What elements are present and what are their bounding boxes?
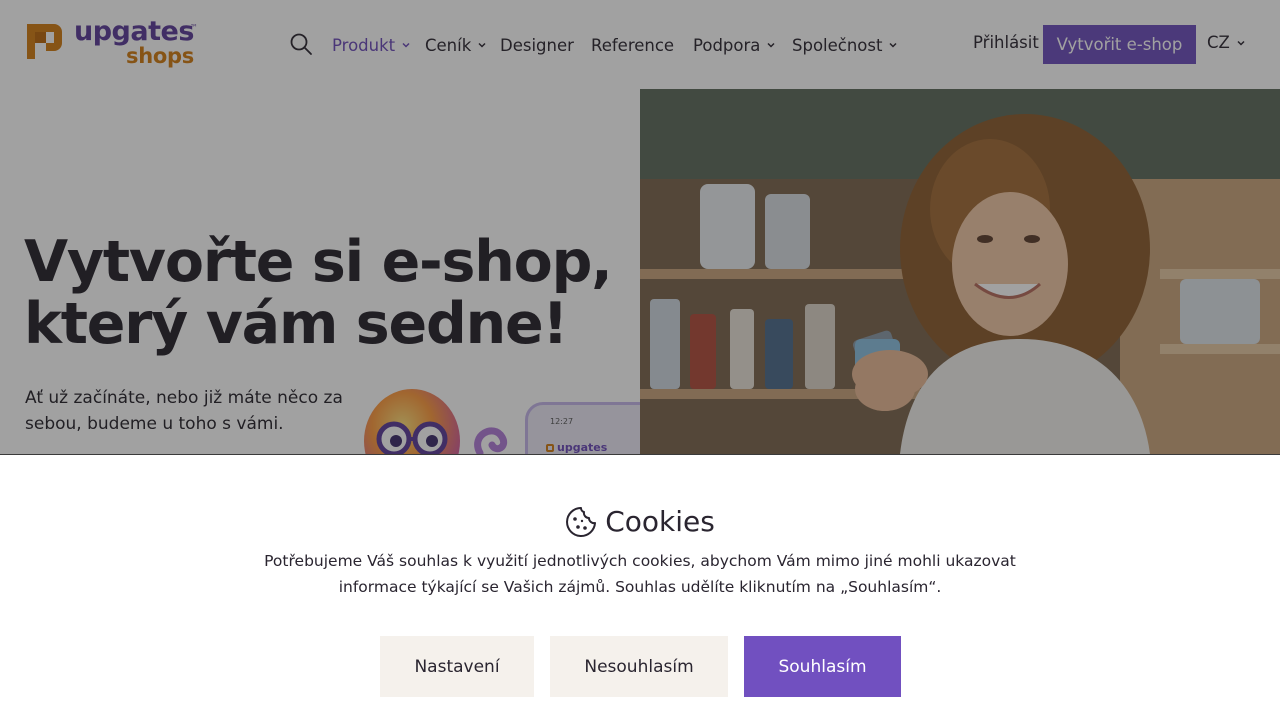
cookie-decline-button[interactable]: Nesouhlasím bbox=[550, 636, 728, 697]
cookie-icon bbox=[566, 506, 597, 537]
modal-backdrop[interactable] bbox=[0, 0, 1280, 454]
cookie-header: Cookies bbox=[0, 505, 1280, 538]
cookie-settings-button[interactable]: Nastavení bbox=[380, 636, 534, 697]
cookie-consent-banner: Cookies Potřebujeme Váš souhlas k využit… bbox=[0, 454, 1280, 720]
cookie-description: Potřebujeme Váš souhlas k využití jednot… bbox=[264, 552, 1016, 596]
cookie-accept-button[interactable]: Souhlasím bbox=[744, 636, 901, 697]
cookie-title: Cookies bbox=[605, 505, 715, 538]
